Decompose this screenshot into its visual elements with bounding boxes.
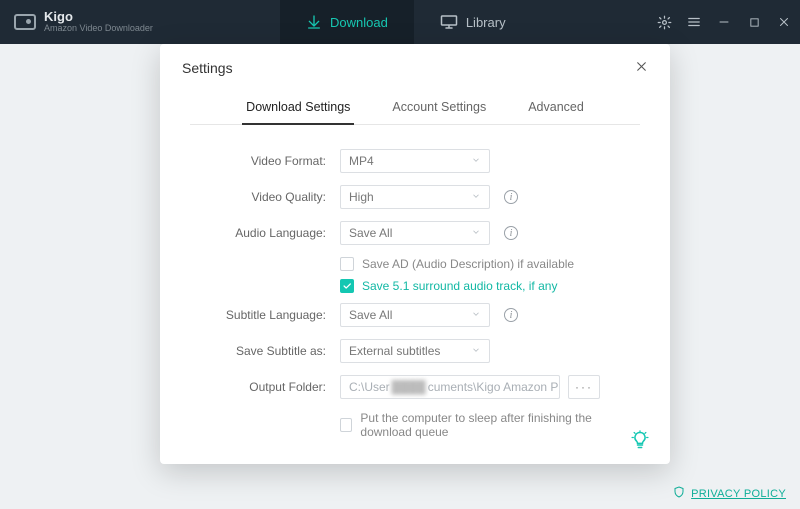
window-controls — [656, 0, 792, 44]
privacy-policy-link[interactable]: PRIVACY POLICY — [673, 486, 786, 501]
app-subtitle: Amazon Video Downloader — [44, 24, 153, 34]
settings-tabs: Download Settings Account Settings Advan… — [190, 94, 640, 125]
app-logo-icon — [14, 14, 36, 30]
checkbox-row-sleep-after[interactable]: Put the computer to sleep after finishin… — [340, 411, 640, 439]
nav-download-label: Download — [330, 15, 388, 30]
chevron-down-icon — [471, 226, 481, 240]
settings-gear-icon[interactable] — [656, 14, 672, 30]
nav-library-label: Library — [466, 15, 506, 30]
select-save-subtitle-as-value: External subtitles — [349, 344, 440, 358]
checkbox-row-save-ad[interactable]: Save AD (Audio Description) if available — [340, 257, 640, 271]
checkbox-save-ad[interactable] — [340, 257, 354, 271]
select-audio-language-value: Save All — [349, 226, 392, 240]
checkbox-save-surround[interactable] — [340, 279, 354, 293]
label-audio-language: Audio Language: — [190, 226, 340, 240]
checkbox-save-surround-label: Save 5.1 surround audio track, if any — [362, 279, 557, 293]
privacy-policy-label: PRIVACY POLICY — [691, 488, 786, 500]
chevron-down-icon — [471, 344, 481, 358]
tab-account-settings[interactable]: Account Settings — [390, 94, 488, 124]
checkbox-sleep-after[interactable] — [340, 418, 352, 432]
minimize-button[interactable] — [716, 14, 732, 30]
shield-icon — [673, 486, 685, 501]
close-window-button[interactable] — [776, 14, 792, 30]
info-subtitle-language-icon[interactable]: i — [504, 308, 518, 322]
input-output-folder[interactable]: C:\User████cuments\Kigo Amazon Prim — [340, 375, 560, 399]
select-subtitle-language[interactable]: Save All — [340, 303, 490, 327]
label-output-folder: Output Folder: — [190, 380, 340, 394]
app-title: Kigo — [44, 10, 153, 24]
label-subtitle-language: Subtitle Language: — [190, 308, 340, 322]
tab-advanced[interactable]: Advanced — [526, 94, 586, 124]
brand-block: Kigo Amazon Video Downloader — [0, 10, 280, 34]
output-folder-redacted: ████ — [392, 380, 426, 394]
menu-icon[interactable] — [686, 14, 702, 30]
maximize-button[interactable] — [746, 14, 762, 30]
download-icon — [306, 14, 322, 30]
dialog-title: Settings — [182, 60, 233, 76]
tab-download-settings[interactable]: Download Settings — [244, 94, 352, 124]
tips-lightbulb-button[interactable] — [630, 430, 652, 452]
label-video-quality: Video Quality: — [190, 190, 340, 204]
select-video-quality-value: High — [349, 190, 374, 204]
chevron-down-icon — [471, 190, 481, 204]
label-save-subtitle-as: Save Subtitle as: — [190, 344, 340, 358]
nav-library[interactable]: Library — [414, 0, 532, 44]
dialog-close-button[interactable] — [635, 60, 648, 76]
output-folder-prefix: C:\User — [349, 380, 390, 394]
titlebar: Kigo Amazon Video Downloader Download — [0, 0, 800, 44]
library-icon — [440, 14, 458, 30]
info-video-quality-icon[interactable]: i — [504, 190, 518, 204]
select-audio-language[interactable]: Save All — [340, 221, 490, 245]
checkbox-sleep-after-label: Put the computer to sleep after finishin… — [360, 411, 640, 439]
info-audio-language-icon[interactable]: i — [504, 226, 518, 240]
output-folder-suffix: cuments\Kigo Amazon Prim — [428, 380, 560, 394]
select-video-format-value: MP4 — [349, 154, 374, 168]
select-save-subtitle-as[interactable]: External subtitles — [340, 339, 490, 363]
download-settings-form: Video Format: MP4 Video Quality: High i … — [182, 125, 648, 439]
browse-output-folder-button[interactable]: ··· — [568, 375, 600, 399]
label-video-format: Video Format: — [190, 154, 340, 168]
checkbox-save-ad-label: Save AD (Audio Description) if available — [362, 257, 574, 271]
main-nav: Download Library — [280, 0, 532, 44]
settings-dialog: Settings Download Settings Account Setti… — [160, 44, 670, 464]
select-subtitle-language-value: Save All — [349, 308, 392, 322]
chevron-down-icon — [471, 308, 481, 322]
checkbox-row-save-surround[interactable]: Save 5.1 surround audio track, if any — [340, 279, 640, 293]
nav-download[interactable]: Download — [280, 0, 414, 44]
select-video-format[interactable]: MP4 — [340, 149, 490, 173]
chevron-down-icon — [471, 154, 481, 168]
select-video-quality[interactable]: High — [340, 185, 490, 209]
